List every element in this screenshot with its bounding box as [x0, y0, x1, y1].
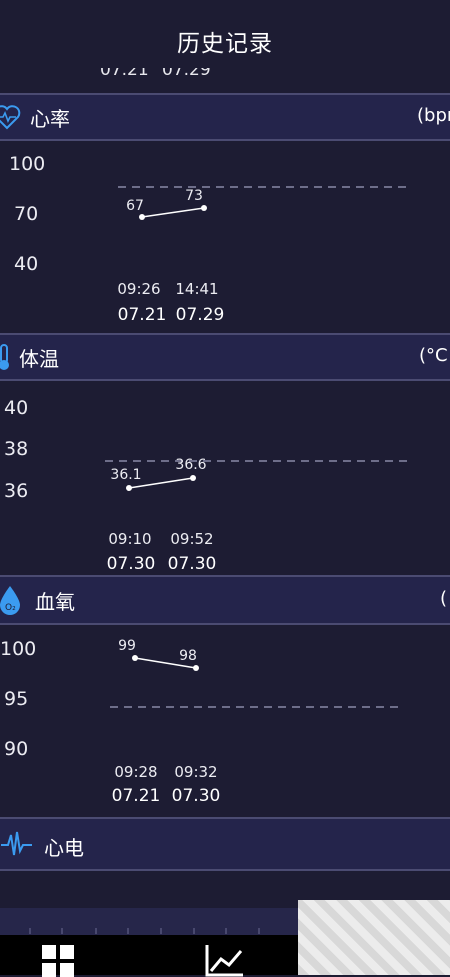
point-date-label: 07.30	[171, 786, 221, 806]
heart-icon	[0, 105, 21, 130]
y-tick-label: 40	[4, 397, 29, 419]
point-date-label: 07.29	[175, 305, 225, 325]
point-time-label: 14:41	[175, 280, 219, 298]
data-point	[132, 655, 138, 661]
point-time-label: 09:28	[114, 763, 158, 781]
grid-home-tab-icon[interactable]	[40, 943, 76, 977]
point-value-label: 73	[185, 188, 203, 204]
heart-rate-unit: (bpm	[417, 105, 450, 126]
data-point	[201, 205, 207, 211]
data-point	[190, 475, 196, 481]
partial-date-label: 07.29	[162, 60, 211, 80]
blood-oxygen-plot	[110, 655, 402, 708]
temperature-label: 体温	[19, 347, 59, 371]
blood-oxygen-label: 血氧	[35, 590, 75, 614]
data-point	[139, 214, 145, 220]
y-tick-label: 40	[14, 253, 39, 275]
data-point	[126, 485, 132, 491]
point-date-label: 07.21	[117, 305, 167, 325]
point-value-label: 36.6	[175, 457, 207, 473]
page-title: 历史记录	[177, 31, 273, 57]
point-value-label: 98	[179, 648, 197, 664]
point-time-label: 09:52	[170, 530, 214, 548]
y-tick-label: 90	[4, 738, 29, 760]
thermometer-icon	[0, 344, 9, 370]
heart-rate-plot	[118, 186, 410, 220]
data-point	[193, 665, 199, 671]
point-time-label: 09:10	[108, 530, 152, 548]
point-value-label: 99	[118, 638, 136, 654]
point-time-label: 09:32	[174, 763, 218, 781]
point-value-label: 36.1	[110, 467, 142, 483]
temperature-unit: (°C	[419, 345, 448, 366]
ecg-header[interactable]: 心电	[0, 817, 450, 871]
temperature-plot	[105, 460, 408, 491]
partial-date-label: 07.21	[100, 60, 149, 80]
ecg-label: 心电	[44, 836, 84, 860]
heart-rate-header[interactable]: 心率 (bpm	[0, 93, 450, 141]
heart-rate-label: 心率	[30, 107, 70, 131]
blood-oxygen-header[interactable]: O₂ 血氧 (	[0, 575, 450, 625]
ecg-waveform-icon	[1, 831, 32, 856]
point-date-label: 07.30	[106, 554, 156, 574]
blood-oxygen-drop-icon: O₂	[0, 586, 20, 615]
pixelated-overlay	[298, 900, 450, 975]
chart-history-tab-icon[interactable]	[205, 943, 245, 977]
point-time-label: 09:26	[117, 280, 161, 298]
blood-oxygen-unit: (	[440, 588, 448, 609]
point-date-label: 07.30	[167, 554, 217, 574]
svg-text:O₂: O₂	[5, 603, 16, 613]
top-bar: 历史记录 07.21 07.29	[0, 0, 450, 90]
point-date-label: 07.21	[111, 786, 161, 806]
point-value-label: 67	[126, 198, 144, 214]
temperature-header[interactable]: 体温 (°C	[0, 333, 450, 381]
